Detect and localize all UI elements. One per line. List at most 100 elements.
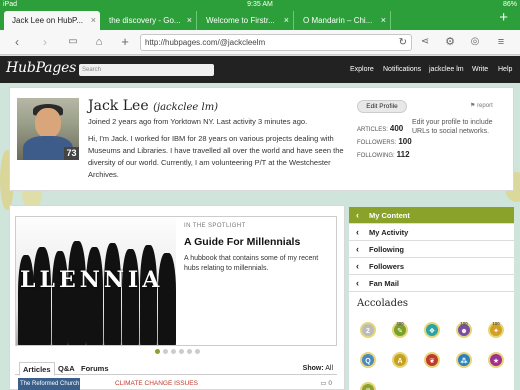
badge-count: 100 [460, 321, 468, 326]
accolade-badge-icon[interactable]: ♛ [360, 382, 376, 390]
stat-articles[interactable]: ARTICLES: 400 [357, 124, 403, 133]
hubpages-logo[interactable]: HubPages [6, 60, 76, 76]
avatar[interactable]: 73 [17, 98, 79, 160]
profile-bio: Hi, I'm Jack. I worked for IBM for 28 ye… [88, 134, 344, 179]
article-thumbnail[interactable]: The Reformed Church of ... [18, 378, 80, 390]
accolade-badge-icon[interactable]: Q [360, 352, 376, 368]
forward-icon[interactable]: › [38, 35, 52, 49]
close-icon[interactable]: × [91, 11, 96, 30]
stat-followers[interactable]: FOLLOWERS: 100 [357, 137, 412, 146]
browser-tab[interactable]: Welcome to Firstr... × [198, 11, 294, 30]
nav-help[interactable]: Help [498, 56, 512, 83]
close-icon[interactable]: × [187, 11, 192, 30]
close-icon[interactable]: × [284, 11, 289, 30]
accolades-panel: Accolades 2 ✎300 ❖ ☻100 ✦100 Q A ❦ ⁂ ★ ♛ [349, 292, 514, 390]
spotlight-image[interactable]: LLENNIA [16, 217, 176, 345]
tab-forums[interactable]: Forums [81, 362, 109, 375]
site-header: HubPages Search Explore Notifications ja… [0, 56, 520, 83]
carousel-dot[interactable] [179, 349, 184, 354]
badge-glyph: ❖ [428, 328, 436, 335]
nav-explore[interactable]: Explore [350, 56, 374, 83]
close-icon[interactable]: × [381, 11, 386, 30]
badge-glyph: Q [365, 358, 371, 365]
badge-glyph: ❦ [429, 358, 435, 365]
badge-count: 300 [396, 321, 404, 326]
content-tabs: Articles Q&A Forums Show: All [15, 362, 337, 376]
carousel-dot[interactable] [171, 349, 176, 354]
browser-tab-active[interactable]: Jack Lee on HubP... × [4, 11, 100, 30]
reload-icon[interactable]: ↻ [399, 35, 407, 50]
edit-profile-button[interactable]: Edit Profile [357, 100, 407, 113]
content-panel: LLENNIA IN THE SPOTLIGHT A Guide For Mil… [9, 205, 345, 390]
stat-following[interactable]: FOLLOWING: 112 [357, 150, 410, 159]
comment-count: ▭ 0 [320, 380, 332, 387]
battery-level: 86% [502, 1, 517, 8]
profile-panel: 73 Jack Lee (jackclee lm) Joined 2 years… [9, 87, 514, 191]
chevron-left-icon: ‹ [356, 261, 359, 271]
chevron-left-icon: ‹ [356, 210, 359, 220]
chevron-left-icon: ‹ [356, 227, 359, 237]
nav-write[interactable]: Write [472, 56, 488, 83]
tab-qa[interactable]: Q&A [58, 362, 75, 375]
nav-notifications[interactable]: Notifications [383, 56, 421, 83]
chevron-left-icon: ‹ [356, 244, 359, 254]
nav-user[interactable]: jackclee lm [429, 56, 464, 83]
browser-tab[interactable]: the discovery - Go... × [101, 11, 197, 30]
browser-tab[interactable]: O Mandarin – Chi... × [295, 11, 391, 30]
sidebar-item-my-activity[interactable]: ‹ My Activity [349, 224, 514, 241]
back-icon[interactable]: ‹ [10, 35, 24, 49]
address-bar[interactable]: http://hubpages.com/@jackcleelm ↻ [140, 34, 412, 51]
sidebar-item-my-content[interactable]: ‹ My Content [349, 207, 514, 224]
status-bar: iPad 9:35 AM 86% [0, 0, 520, 9]
report-link[interactable]: ⚑ report [470, 102, 493, 109]
bookmarks-icon[interactable]: ▭ [66, 35, 80, 49]
profile-joined: Joined 2 years ago from Yorktown NY. Las… [88, 117, 308, 126]
site-search-input[interactable]: Search [79, 64, 214, 76]
accolade-badge-icon[interactable]: ✎ 300 [392, 321, 408, 338]
profile-full-name: Jack Lee [88, 98, 149, 114]
new-page-icon[interactable]: + [118, 35, 132, 49]
tab-articles[interactable]: Articles [19, 362, 55, 376]
carousel-dot[interactable] [187, 349, 192, 354]
home-icon[interactable]: ⌂ [92, 35, 106, 49]
carousel-dot[interactable] [163, 349, 168, 354]
sidebar-item-fan-mail[interactable]: ‹ Fan Mail [349, 275, 514, 292]
new-tab-icon[interactable]: + [499, 10, 508, 25]
carousel-dots [155, 349, 215, 357]
spotlight-card[interactable]: LLENNIA IN THE SPOTLIGHT A Guide For Mil… [15, 216, 337, 346]
profile-handle: (jackclee lm) [153, 102, 219, 113]
accolades-title: Accolades [357, 298, 409, 309]
accolade-badge-icon[interactable]: ❖ [424, 322, 440, 338]
show-filter[interactable]: Show: All [303, 362, 333, 375]
badge-glyph: A [397, 358, 403, 365]
settings-icon[interactable]: ⚙ [443, 35, 457, 49]
sidebar-item-following[interactable]: ‹ Following [349, 241, 514, 258]
flag-icon: ⚑ [470, 103, 476, 109]
spotlight-description: A hubbook that contains some of my recen… [184, 255, 319, 272]
article-row[interactable]: The Reformed Church of ... CLIMATE CHANG… [15, 378, 337, 390]
incognito-icon[interactable]: ◎ [468, 35, 482, 49]
carousel-dot[interactable] [155, 349, 160, 354]
sidebar-item-followers[interactable]: ‹ Followers [349, 258, 514, 275]
accolade-badge-icon[interactable]: ✦ 100 [488, 321, 504, 338]
carousel-dot[interactable] [195, 349, 200, 354]
accolade-badge-icon[interactable]: ★ [488, 352, 504, 368]
browser-toolbar: ‹ › ▭ ⌂ + http://hubpages.com/@jackcleel… [0, 30, 520, 55]
accolade-badge-icon[interactable]: ⁂ [456, 352, 472, 368]
url-text: http://hubpages.com/@jackcleelm [145, 38, 266, 47]
accolade-badge-icon[interactable]: 2 [360, 322, 376, 338]
menu-icon[interactable]: ≡ [494, 35, 508, 49]
tab-label: the discovery - Go... [109, 16, 181, 25]
accolade-badge-icon[interactable]: A [392, 352, 408, 368]
clock: 9:35 AM [247, 1, 273, 8]
article-category[interactable]: CLIMATE CHANGE ISSUES [115, 378, 198, 390]
badge-count: 100 [492, 321, 500, 326]
accolade-badge-icon[interactable]: ☻ 100 [456, 321, 472, 338]
comment-icon: ▭ [320, 380, 327, 387]
tab-strip: Jack Lee on HubP... × the discovery - Go… [0, 9, 520, 30]
tab-label: O Mandarin – Chi... [303, 16, 373, 25]
spotlight-title[interactable]: A Guide For Millennials [184, 236, 300, 248]
tab-label: Jack Lee on HubP... [12, 16, 84, 25]
accolade-badge-icon[interactable]: ❦ [424, 352, 440, 368]
share-icon[interactable]: ⋖ [418, 35, 432, 49]
